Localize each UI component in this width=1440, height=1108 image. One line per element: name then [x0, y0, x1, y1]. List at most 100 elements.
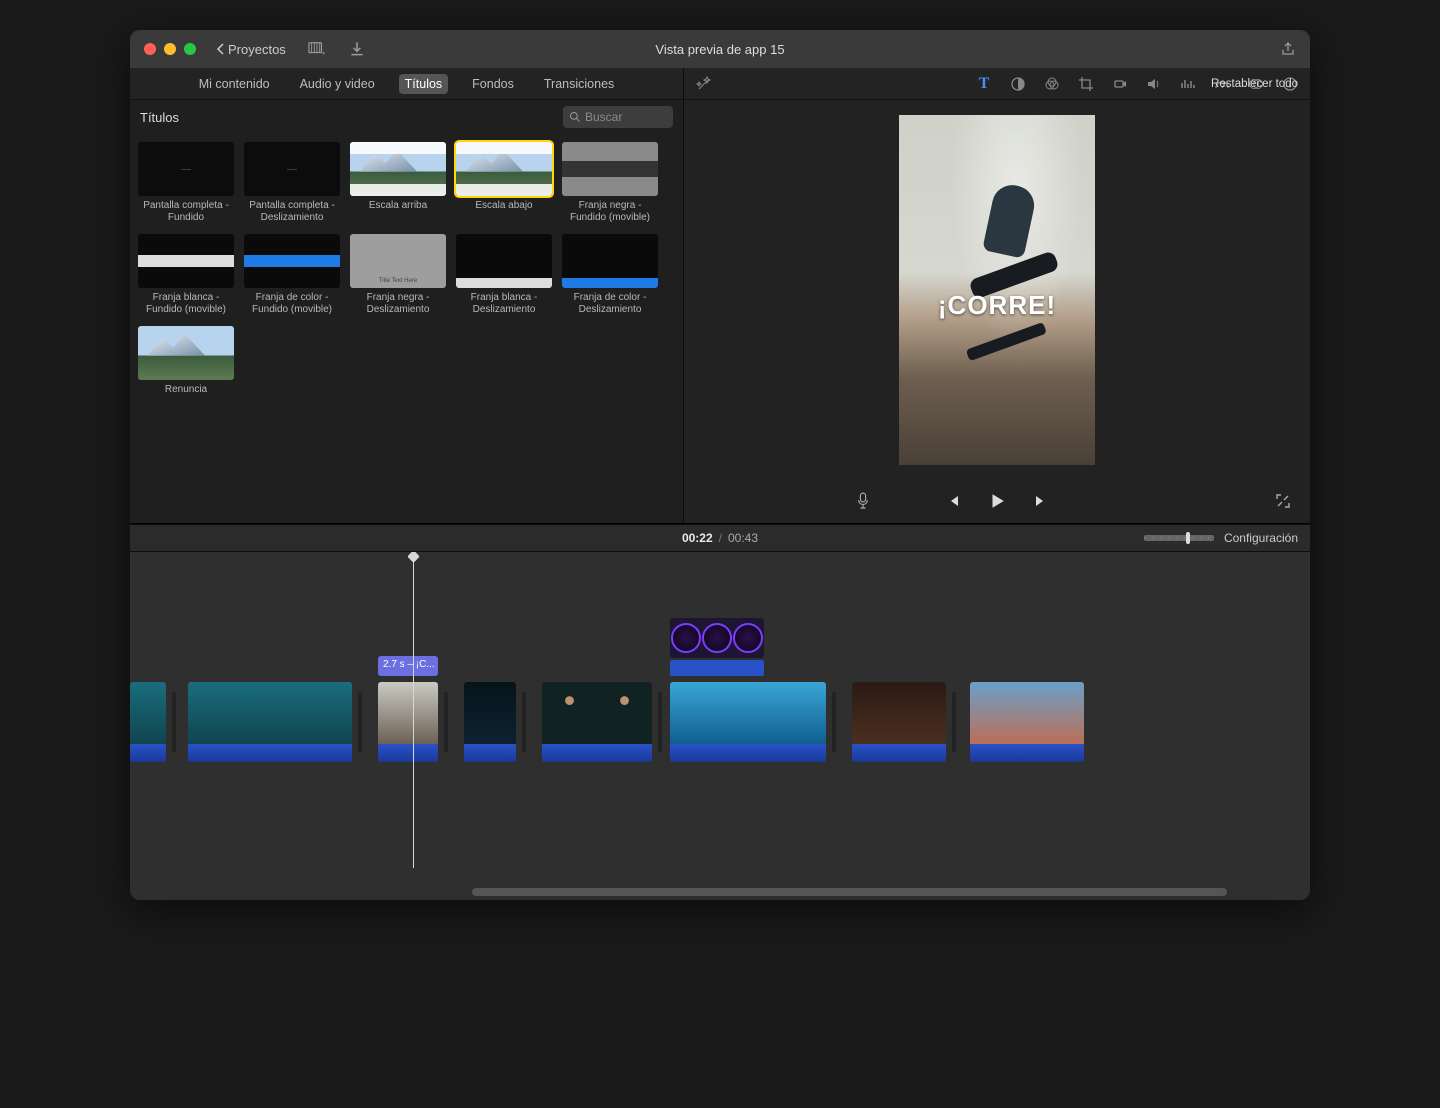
- time-separator: /: [719, 531, 722, 545]
- title-preset-label: Pantalla completa - Fundido: [138, 200, 234, 224]
- zoom-slider[interactable]: [1144, 535, 1214, 541]
- voiceover-mic-icon[interactable]: [854, 492, 872, 510]
- stabilize-icon[interactable]: [1112, 76, 1128, 92]
- playback-controls: [684, 479, 1310, 523]
- title-preset-tile[interactable]: Franja de color - Deslizamiento: [562, 234, 658, 316]
- title-thumbnail: [138, 234, 234, 288]
- title-thumbnail: [350, 234, 446, 288]
- title-preset-tile[interactable]: Renuncia: [138, 326, 234, 408]
- timeline-clip[interactable]: [670, 682, 826, 762]
- preview-subject: [919, 175, 1079, 375]
- title-clip-badge[interactable]: 2.7 s – ¡C...: [378, 656, 438, 676]
- close-window-button[interactable]: [144, 43, 156, 55]
- timeline-horizontal-scrollbar[interactable]: [130, 888, 1310, 898]
- title-thumbnail: [562, 234, 658, 288]
- title-preset-label: Franja de color - Deslizamiento: [562, 292, 658, 316]
- title-preset-label: Pantalla completa - Deslizamiento: [244, 200, 340, 224]
- timeline-clip[interactable]: [378, 682, 438, 762]
- scrollbar-thumb[interactable]: [472, 888, 1227, 896]
- enhance-magic-icon[interactable]: [696, 76, 712, 92]
- viewer-pane: T Restablecer todo ¡CORRE!: [684, 68, 1310, 523]
- overlay-clip-audio[interactable]: [670, 660, 764, 676]
- reset-all-button[interactable]: Restablecer todo: [1211, 78, 1298, 90]
- title-preset-label: Renuncia: [165, 384, 207, 408]
- clip-gap-handle[interactable]: [172, 692, 176, 752]
- title-thumbnail: [456, 142, 552, 196]
- clip-gap-handle[interactable]: [358, 692, 362, 752]
- settings-button[interactable]: Configuración: [1224, 531, 1298, 545]
- upper-pane: Mi contenido Audio y video Títulos Fondo…: [130, 68, 1310, 524]
- title-preset-label: Franja de color - Fundido (movible): [244, 292, 340, 316]
- title-thumbnail: [456, 234, 552, 288]
- playhead[interactable]: [413, 556, 414, 868]
- browser-tabs: Mi contenido Audio y video Títulos Fondo…: [130, 68, 683, 100]
- minimize-window-button[interactable]: [164, 43, 176, 55]
- title-thumbnail: [138, 142, 234, 196]
- clip-gap-handle[interactable]: [832, 692, 836, 752]
- tab-my-content[interactable]: Mi contenido: [193, 74, 276, 94]
- title-preset-label: Franja blanca - Fundido (movible): [138, 292, 234, 316]
- title-preset-tile[interactable]: Escala abajo: [456, 142, 552, 224]
- title-preset-label: Escala arriba: [369, 200, 427, 224]
- search-icon: [569, 111, 581, 123]
- prev-frame-button[interactable]: [944, 492, 962, 510]
- tab-backgrounds[interactable]: Fondos: [466, 74, 520, 94]
- back-label: Proyectos: [228, 42, 286, 57]
- title-preset-tile[interactable]: Franja blanca - Deslizamiento: [456, 234, 552, 316]
- volume-icon[interactable]: [1146, 76, 1162, 92]
- crop-icon[interactable]: [1078, 76, 1094, 92]
- clip-gap-handle[interactable]: [444, 692, 448, 752]
- color-correction-icon[interactable]: [1044, 76, 1060, 92]
- browser-section-label: Títulos: [140, 110, 179, 125]
- search-input[interactable]: [585, 110, 655, 124]
- search-field[interactable]: [563, 106, 673, 128]
- title-preset-label: Escala abajo: [475, 200, 532, 224]
- title-thumbnail: [138, 326, 234, 380]
- timeline[interactable]: 2.7 s – ¡C...: [130, 552, 1310, 900]
- clip-gap-handle[interactable]: [658, 692, 662, 752]
- current-time: 00:22: [682, 531, 713, 545]
- tab-audio-video[interactable]: Audio y video: [294, 74, 381, 94]
- download-icon[interactable]: [348, 40, 366, 58]
- clip-gap-handle[interactable]: [952, 692, 956, 752]
- noise-reduction-icon[interactable]: [1180, 76, 1196, 92]
- title-preset-tile[interactable]: Pantalla completa - Deslizamiento: [244, 142, 340, 224]
- play-button[interactable]: [988, 492, 1006, 510]
- clip-gap-handle[interactable]: [522, 692, 526, 752]
- timeline-settings-group: Configuración: [1144, 531, 1298, 545]
- overlay-clip[interactable]: [670, 618, 764, 658]
- time-display-row: 00:22 / 00:43 Configuración: [130, 524, 1310, 552]
- viewer-canvas-area: ¡CORRE!: [684, 100, 1310, 479]
- title-preset-tile[interactable]: Franja de color - Fundido (movible): [244, 234, 340, 316]
- title-overlay-text: ¡CORRE!: [899, 290, 1095, 321]
- title-preset-tile[interactable]: Escala arriba: [350, 142, 446, 224]
- title-preset-label: Franja negra - Fundido (movible): [562, 200, 658, 224]
- title-preset-tile[interactable]: Franja negra - Fundido (movible): [562, 142, 658, 224]
- timeline-clip[interactable]: [970, 682, 1084, 762]
- titles-grid: Pantalla completa - Fundido Pantalla comp…: [130, 134, 683, 416]
- import-media-icon[interactable]: [308, 40, 326, 58]
- timeline-clip[interactable]: [464, 682, 516, 762]
- timeline-clip[interactable]: [542, 682, 652, 762]
- share-button[interactable]: [1280, 41, 1296, 57]
- color-balance-icon[interactable]: [1010, 76, 1026, 92]
- timeline-clip[interactable]: [852, 682, 946, 762]
- title-preset-tile[interactable]: Franja negra - Deslizamiento: [350, 234, 446, 316]
- zoom-window-button[interactable]: [184, 43, 196, 55]
- timeline-clip[interactable]: [130, 682, 166, 762]
- title-preset-tile[interactable]: Pantalla completa - Fundido: [138, 142, 234, 224]
- video-track[interactable]: 2.7 s – ¡C...: [130, 682, 1310, 782]
- preview-canvas[interactable]: ¡CORRE!: [899, 115, 1095, 465]
- title-thumbnail: [350, 142, 446, 196]
- title-preset-tile[interactable]: Franja blanca - Fundido (movible): [138, 234, 234, 316]
- tab-transitions[interactable]: Transiciones: [538, 74, 620, 94]
- title-preset-label: Franja blanca - Deslizamiento: [456, 292, 552, 316]
- timeline-clip[interactable]: [188, 682, 352, 762]
- zoom-slider-handle[interactable]: [1186, 532, 1190, 544]
- fullscreen-icon[interactable]: [1274, 492, 1292, 510]
- back-to-projects-button[interactable]: Proyectos: [216, 42, 286, 57]
- tab-titles[interactable]: Títulos: [399, 74, 449, 94]
- text-tool-icon[interactable]: T: [976, 76, 992, 92]
- next-frame-button[interactable]: [1032, 492, 1050, 510]
- window-controls: [130, 43, 196, 55]
